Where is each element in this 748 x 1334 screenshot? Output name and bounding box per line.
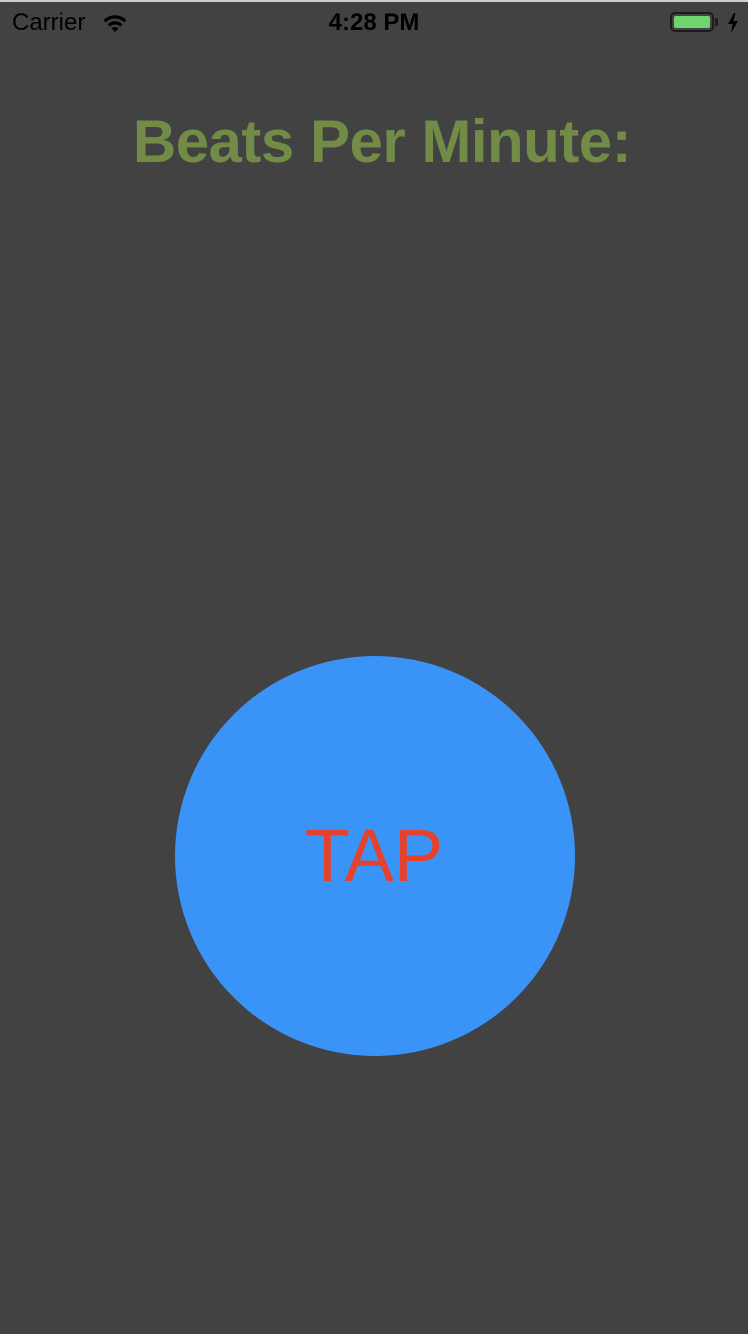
tap-button[interactable]: TAP	[175, 656, 575, 1056]
battery-level-fill	[674, 16, 710, 28]
status-bar: Carrier 4:28 PM	[0, 2, 748, 42]
battery-body	[670, 12, 714, 32]
tap-button-label: TAP	[304, 814, 444, 897]
lightning-bolt-icon	[728, 13, 738, 33]
page-title: Beats Per Minute:	[132, 108, 632, 175]
status-time: 4:28 PM	[328, 9, 420, 36]
battery-cap	[715, 18, 718, 26]
battery-icon	[670, 12, 718, 34]
